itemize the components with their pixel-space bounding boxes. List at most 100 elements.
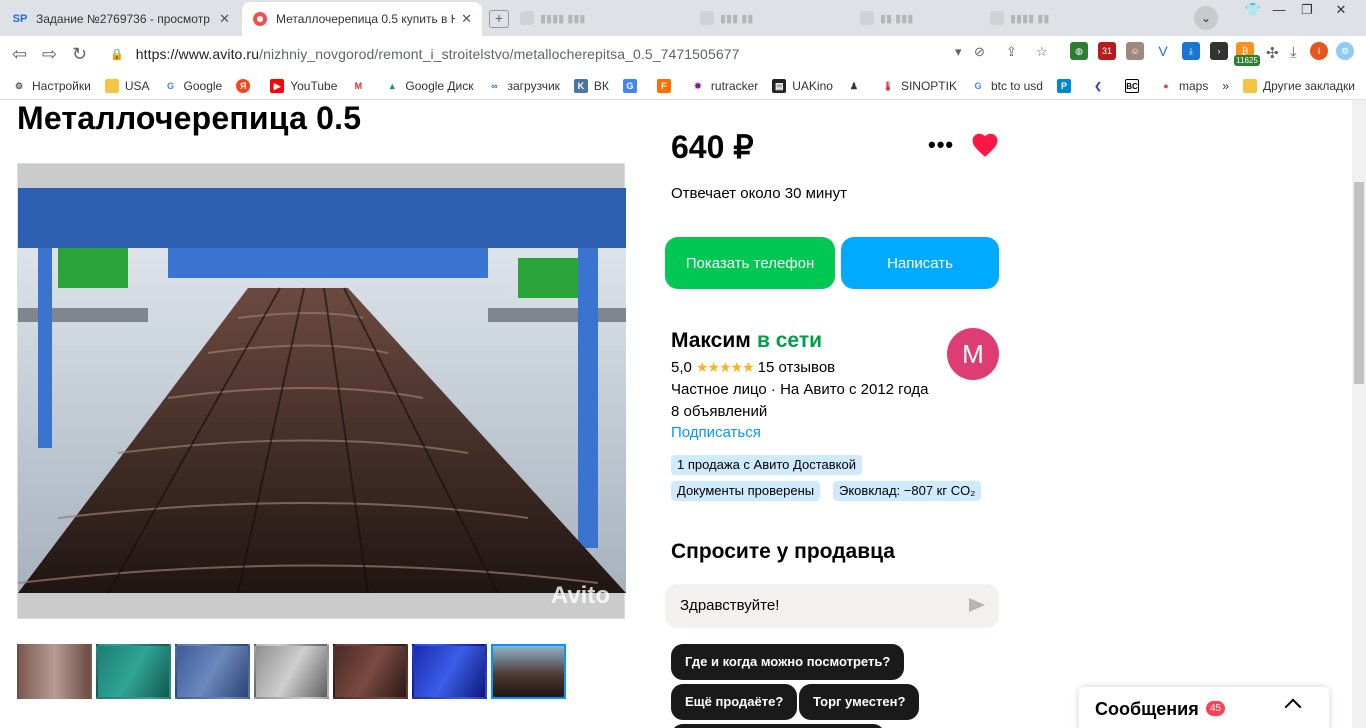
show-phone-button[interactable]: Показать телефон	[665, 237, 835, 289]
thumbnail[interactable]	[175, 644, 250, 699]
puzzle-icon[interactable]: ✣	[1266, 44, 1279, 62]
url-text[interactable]: https://www.avito.ru/nizhniy_novgorod/re…	[136, 46, 740, 62]
thumbnail[interactable]	[96, 644, 171, 699]
bookmark-sinoptik[interactable]: 🌡 SINOPTIK	[881, 79, 957, 93]
close-icon[interactable]: ✕	[461, 11, 472, 27]
ghost-tab: ▮▮▮▮ ▮▮▮	[520, 9, 585, 27]
dropdown-icon[interactable]: ▾	[955, 44, 962, 60]
f-icon: F	[656, 78, 671, 93]
thumbnail[interactable]	[333, 644, 408, 699]
quick-question-button[interactable]: Ещё продаёте?	[671, 684, 798, 720]
message-input[interactable]: Здравствуйте!	[665, 584, 999, 628]
seller-ads-count[interactable]: 8 объявлений	[671, 403, 767, 420]
blocked-icon[interactable]: ⊘	[974, 44, 985, 60]
bookmark-maps[interactable]: ● maps	[1159, 79, 1208, 93]
bookmark-btc[interactable]: Gbtc to usd	[971, 79, 1043, 93]
main-photo[interactable]: Avito	[17, 163, 626, 619]
restore-icon[interactable]: ❐	[1290, 0, 1324, 20]
tab-title: Металлочерепица 0.5 купить в Н	[276, 12, 456, 26]
bookmark-rutracker[interactable]: ✸ rutracker	[691, 79, 758, 93]
reload-icon[interactable]: ↻	[72, 44, 87, 65]
seller-name[interactable]: Максим	[671, 329, 751, 353]
vk-icon: K	[573, 78, 588, 93]
address-bar[interactable]: 🔒 https://www.avito.ru/nizhniy_novgorod/…	[100, 40, 1000, 68]
write-message-button[interactable]: Написать	[841, 237, 999, 289]
bookmark-uakino[interactable]: ▤ UAKino	[772, 78, 833, 93]
menu-icon[interactable]: ⚙	[1336, 42, 1354, 60]
drive-icon: ▲	[387, 80, 397, 91]
download-icon[interactable]: ⤓	[1290, 44, 1297, 61]
download-extension-icon[interactable]: ⤓	[1182, 42, 1200, 60]
lock-icon: 🔒	[110, 48, 124, 61]
profile-avatar[interactable]: I	[1310, 42, 1328, 60]
bookmark-google[interactable]: G Google	[164, 79, 222, 93]
thumbnail[interactable]	[254, 644, 329, 699]
bookmark-youtube[interactable]: ▶ YouTube	[270, 78, 337, 93]
v-extension-icon[interactable]: V	[1154, 42, 1172, 60]
favorite-heart-icon[interactable]	[970, 130, 1000, 160]
thumbnail[interactable]	[17, 644, 92, 699]
person-icon: ♟	[849, 80, 858, 91]
face-extension-icon[interactable]: ☺	[1126, 42, 1144, 60]
bookmark-translate[interactable]: G	[622, 78, 643, 93]
thumbnail[interactable]	[412, 644, 487, 699]
quick-question-button[interactable]	[671, 724, 885, 728]
forward-icon[interactable]: ⇨	[42, 44, 57, 65]
quick-question-button[interactable]: Где и когда можно посмотреть?	[671, 644, 905, 680]
response-time: Отвечает около 30 минут	[671, 185, 847, 202]
google-icon: G	[167, 80, 175, 91]
bookmark-yandex[interactable]: Я	[236, 78, 256, 93]
folder-icon	[104, 78, 119, 93]
quick-question-button[interactable]: Торг уместен?	[799, 684, 920, 720]
delivery-badge: 1 продажа с Авито Доставкой	[671, 455, 862, 475]
google-icon: G	[974, 80, 982, 91]
bookmark-usa[interactable]: USA	[104, 78, 150, 93]
bookmark-other[interactable]: Другие закладки	[1243, 78, 1355, 93]
bookmark-vk[interactable]: K ВК	[573, 78, 609, 93]
chevron-down-icon[interactable]: ⌄	[1194, 6, 1218, 30]
new-tab-icon[interactable]: +	[489, 10, 509, 28]
bookmark-bc[interactable]: BC	[1124, 78, 1145, 93]
bookmark-gmail[interactable]: M	[351, 79, 371, 93]
scrollbar[interactable]	[1352, 100, 1366, 728]
terminal-extension-icon[interactable]: ›	[1210, 42, 1228, 60]
back-icon[interactable]: ⇦	[12, 44, 27, 65]
bookmark-f[interactable]: F	[656, 78, 677, 93]
chevron-up-icon[interactable]	[1284, 698, 1302, 716]
bookmark-star-icon[interactable]: ☆	[1036, 44, 1048, 60]
seller-rating[interactable]: 5,0 ★★★★★ 15 отзывов	[671, 359, 835, 376]
bookmark-arrow[interactable]: ❮	[1091, 79, 1111, 93]
seller-avatar[interactable]: М	[947, 328, 999, 380]
bookmark-p[interactable]: P	[1056, 78, 1077, 93]
bookmark-settings[interactable]: ⚙ Настройки	[12, 79, 91, 93]
tab-task[interactable]: SP Задание №2769736 - просмотр з ✕	[2, 2, 240, 36]
send-icon[interactable]	[969, 598, 985, 612]
avito-watermark: Avito	[550, 582, 610, 609]
bitcoin-price-badge: 11625	[1234, 55, 1260, 66]
ghost-tab: ▮▮▮ ▮▮	[700, 9, 753, 27]
bookmarks-overflow[interactable]: »	[1222, 79, 1229, 93]
ghost-tab: ▮▮ ▮▮▮	[860, 9, 913, 27]
bookmark-drive[interactable]: ▲ Google Диск	[385, 79, 474, 93]
folder-icon	[1243, 78, 1258, 93]
page-content: Металлочерепица 0.5 Avito 640 ₽ ••• Отве…	[0, 100, 1352, 728]
reviews-link[interactable]: 15 отзывов	[758, 359, 836, 376]
more-options-icon[interactable]: •••	[928, 132, 954, 158]
messages-panel[interactable]: Сообщения 45	[1079, 687, 1329, 728]
tab-avito[interactable]: Металлочерепица 0.5 купить в Н ✕	[242, 2, 482, 36]
loop-icon: ∞	[491, 80, 498, 91]
globe-extension-icon[interactable]: ◍	[1070, 42, 1088, 60]
close-window-icon[interactable]: ✕	[1324, 0, 1358, 20]
share-icon[interactable]: ⇪	[1006, 44, 1017, 60]
calendar-extension-icon[interactable]: 31	[1098, 42, 1116, 60]
tab-strip: SP Задание №2769736 - просмотр з ✕ Метал…	[0, 0, 1366, 36]
thumbnail-selected[interactable]	[491, 644, 566, 699]
thermometer-icon: 🌡	[882, 80, 894, 91]
thumbnail-strip	[17, 644, 566, 699]
subscribe-link[interactable]: Подписаться	[671, 424, 761, 441]
ask-seller-heading: Спросите у продавца	[671, 540, 895, 563]
scrollbar-thumb[interactable]	[1354, 182, 1364, 384]
bookmark-person[interactable]: ♟	[847, 79, 867, 93]
close-icon[interactable]: ✕	[219, 11, 230, 27]
bookmark-loader[interactable]: ∞ загрузчик	[488, 79, 560, 93]
